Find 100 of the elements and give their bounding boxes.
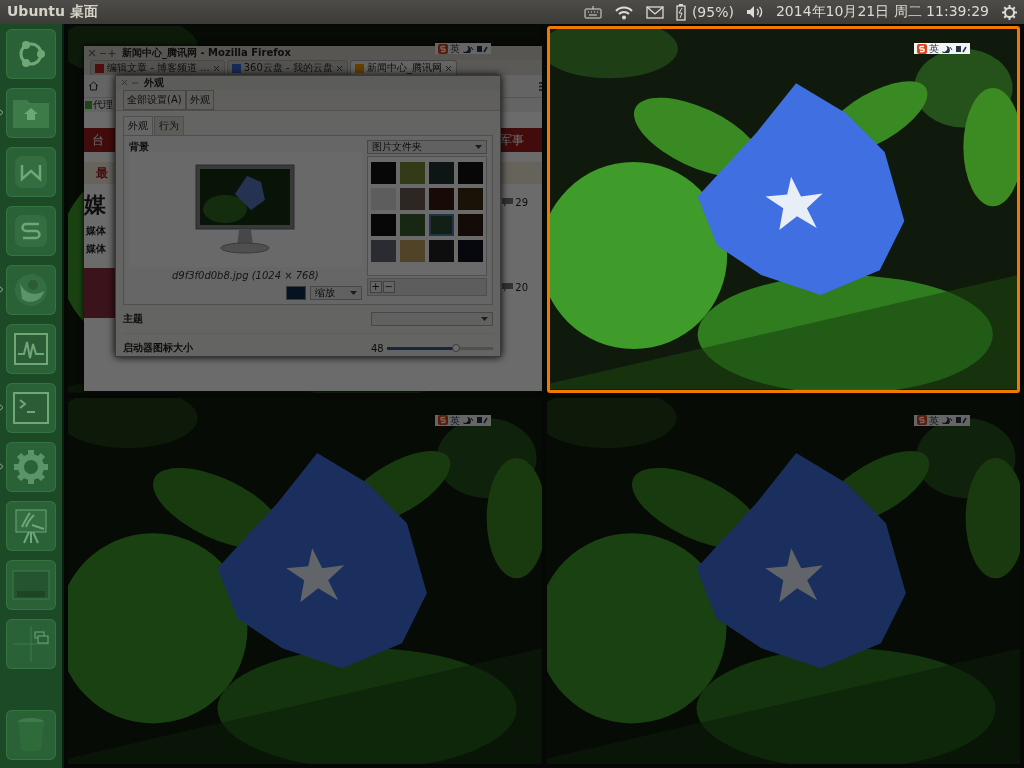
- launcher-item[interactable]: [6, 442, 56, 492]
- system-monitor-icon: [13, 332, 49, 366]
- wallpaper-thumbnail[interactable]: [399, 214, 425, 236]
- ime-logo-icon: [916, 43, 927, 54]
- wallpaper-thumbnail[interactable]: [457, 214, 483, 236]
- favicon-icon: [354, 63, 364, 73]
- close-icon[interactable]: [335, 64, 343, 72]
- scaling-dropdown[interactable]: 缩放: [309, 286, 362, 300]
- settings-tab[interactable]: 行为: [154, 116, 184, 135]
- launcher-item[interactable]: [6, 619, 56, 669]
- wallpaper-thumbnail[interactable]: [457, 188, 483, 210]
- settings-tab[interactable]: 外观: [123, 116, 153, 135]
- clock[interactable]: 2014年10月21日 周二 11:39:29: [775, 3, 989, 21]
- volume-icon[interactable]: [745, 5, 764, 19]
- favicon-icon: [95, 63, 104, 73]
- workspace-preview[interactable]: 英: [546, 26, 1020, 393]
- bookmark-link[interactable]: 代理: [93, 98, 113, 112]
- show-desktop-icon: [12, 570, 50, 600]
- toolbar-button[interactable]: 外观: [185, 90, 214, 110]
- wallpaper-thumbnail[interactable]: [428, 214, 454, 236]
- input-method-bar[interactable]: 英: [913, 414, 970, 426]
- launcher-item[interactable]: [6, 383, 56, 433]
- window-controls-icon[interactable]: [122, 80, 138, 86]
- keyboard-icon[interactable]: [583, 5, 602, 19]
- folder-dropdown[interactable]: 图片文件夹: [366, 140, 487, 154]
- ime-logo-icon: [438, 415, 448, 425]
- headline[interactable]: 媒: [84, 190, 106, 220]
- launcher-item[interactable]: [6, 560, 56, 610]
- launcher-item[interactable]: [6, 206, 56, 256]
- window-title: 新闻中心_腾讯网 - Mozilla Firefox: [122, 46, 291, 60]
- ime-tools-icon: [462, 416, 488, 424]
- wallpaper-thumbnail[interactable]: [428, 188, 454, 210]
- launcher-item[interactable]: [6, 88, 56, 138]
- theme-dropdown[interactable]: [371, 312, 493, 326]
- wallpaper-caption: d9f3f0d0b8.jpg (1024 × 768): [170, 270, 320, 281]
- terminal-icon: [13, 392, 49, 424]
- close-icon[interactable]: [444, 64, 452, 72]
- ime-mode: 英: [928, 414, 939, 426]
- caret-icon: [481, 317, 488, 321]
- dialog-title: 外观: [144, 76, 164, 90]
- easel-icon: [12, 507, 50, 545]
- bookmark-icon: [85, 101, 92, 109]
- wallpaper-thumbnail[interactable]: [370, 240, 396, 262]
- comment-count: 29: [515, 196, 528, 208]
- ime-mode: 英: [450, 414, 460, 426]
- ime-tools-icon: [940, 416, 967, 424]
- launcher-item[interactable]: [6, 29, 56, 79]
- ime-logo-icon: [916, 415, 927, 425]
- ime-tools-icon: [462, 44, 488, 53]
- color-swatch[interactable]: [285, 286, 306, 300]
- input-method-bar[interactable]: 英: [435, 414, 491, 426]
- slider-thumb[interactable]: [451, 343, 460, 352]
- launcher-item[interactable]: [6, 147, 56, 197]
- window-controls-icon[interactable]: [89, 49, 117, 57]
- battery-percentage: (95%): [691, 4, 734, 20]
- close-icon[interactable]: [212, 64, 220, 72]
- ime-logo-icon: [438, 43, 448, 54]
- comment-icon: [502, 282, 514, 292]
- launcher-item[interactable]: [6, 501, 56, 551]
- gear-icon: [12, 448, 50, 486]
- s-curve-icon: [14, 214, 48, 248]
- workspace-grid-icon: [11, 624, 51, 664]
- wallpaper-thumbnail[interactable]: [399, 240, 425, 262]
- icon-size-value: 48: [371, 342, 384, 354]
- launcher-item[interactable]: [6, 265, 56, 315]
- wifi-icon[interactable]: [613, 4, 634, 20]
- wallpaper-thumbnail[interactable]: [370, 214, 396, 236]
- ime-mode: 英: [928, 43, 939, 54]
- mail-icon[interactable]: [645, 5, 664, 19]
- toolbar-button[interactable]: 全部设置(A): [123, 90, 186, 110]
- news-link[interactable]: 媒体: [84, 224, 106, 238]
- wallpaper-thumbnail[interactable]: [428, 240, 454, 262]
- workspace-preview[interactable]: 英: [546, 397, 1020, 764]
- wallpaper-thumbnail[interactable]: [370, 162, 396, 184]
- ime-mode: 英: [450, 43, 460, 54]
- tab-title: 新闻中心_腾讯网: [366, 61, 442, 75]
- input-method-bar[interactable]: 英: [913, 43, 970, 54]
- battery-icon[interactable]: [675, 3, 686, 21]
- theme-label: 主题: [123, 312, 143, 326]
- wallpaper-thumbnail[interactable]: [399, 162, 425, 184]
- wallpaper-thumbnail[interactable]: [428, 162, 454, 184]
- launcher-item[interactable]: [6, 324, 56, 374]
- input-method-bar[interactable]: 英: [435, 43, 491, 54]
- wallpaper-thumbnail[interactable]: [457, 240, 483, 262]
- news-link[interactable]: 媒体: [84, 242, 106, 256]
- caret-icon: [475, 145, 482, 149]
- trash-can-icon: [16, 717, 46, 753]
- home-icon[interactable]: [88, 81, 99, 91]
- settings-gear-icon[interactable]: [1001, 3, 1018, 21]
- browser-tab[interactable]: 新闻中心_腾讯网: [349, 60, 457, 75]
- favicon-icon: [231, 63, 241, 73]
- wallpaper-thumbnail[interactable]: [457, 162, 483, 184]
- workspace-preview[interactable]: 英: [68, 397, 542, 764]
- remove-button[interactable]: −: [382, 281, 395, 293]
- slider-track[interactable]: [386, 346, 493, 350]
- wallpaper-thumbnail[interactable]: [399, 188, 425, 210]
- nav-link[interactable]: 台: [92, 131, 104, 149]
- desktop-title: Ubuntu 桌面: [7, 3, 98, 21]
- caret-icon: [349, 291, 357, 295]
- add-button[interactable]: +: [369, 281, 382, 293]
